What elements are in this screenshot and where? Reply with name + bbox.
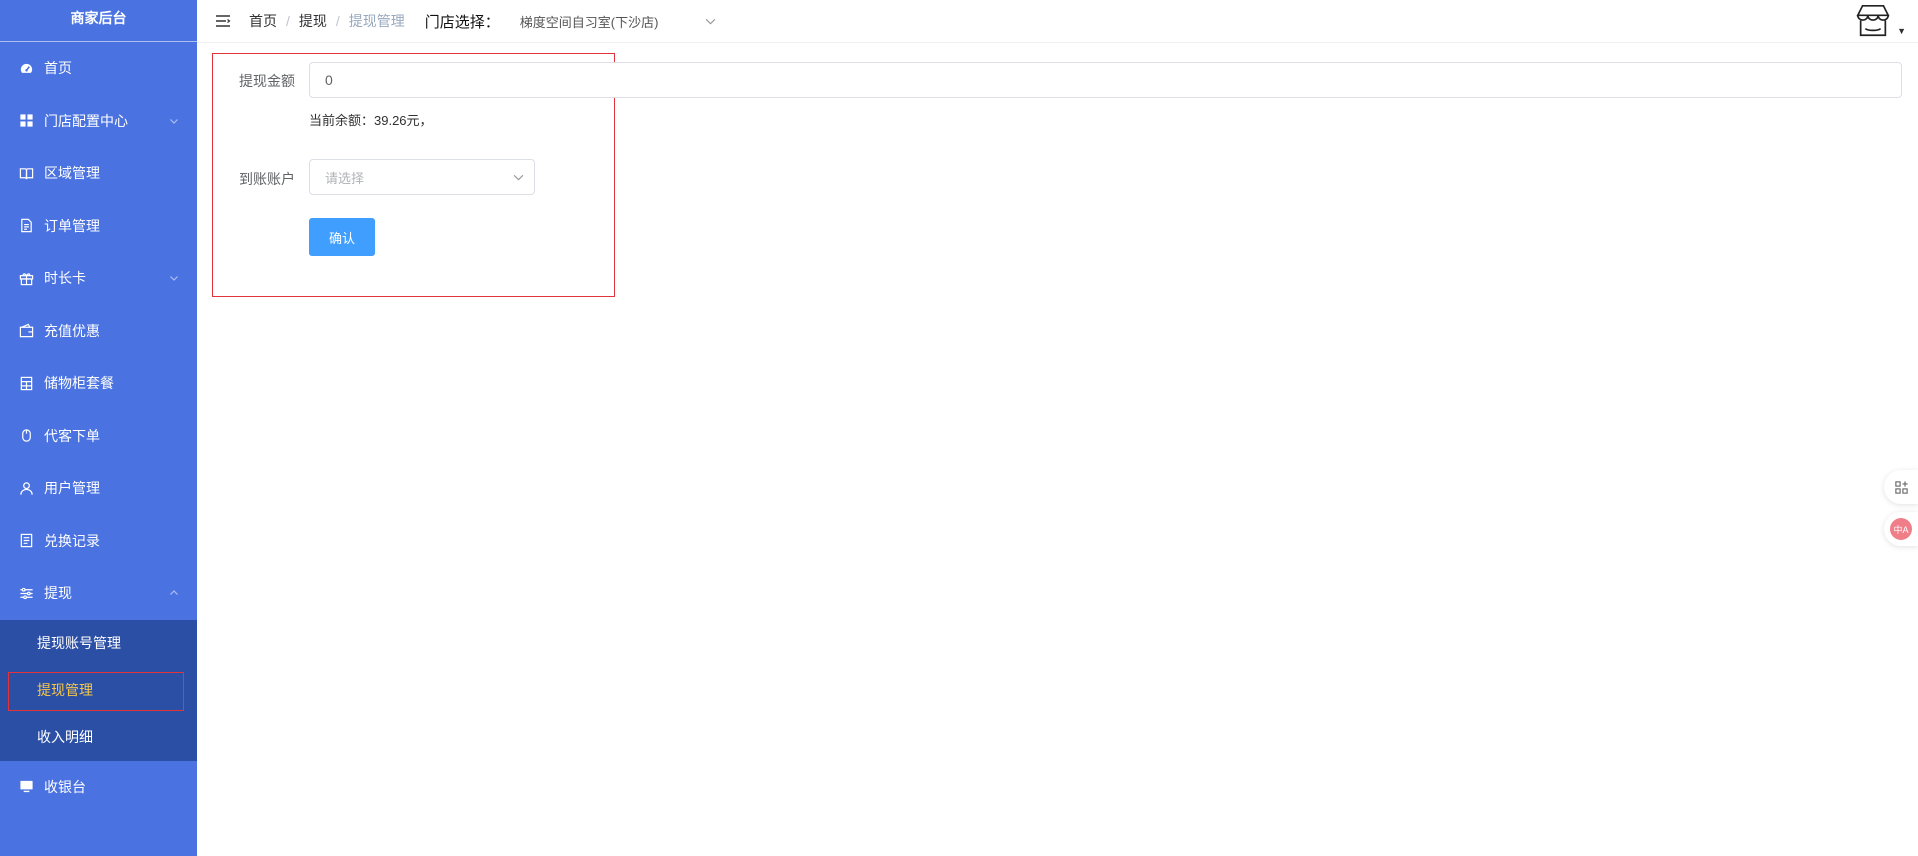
locker-icon <box>18 375 34 391</box>
breadcrumb: 首页 / 提现 / 提现管理 <box>249 11 405 31</box>
store-select-value: 梯度空间自习室(下沙店) <box>519 14 659 30</box>
chevron-down-icon <box>705 18 716 25</box>
sidebar-item-cashier[interactable]: 收银台 <box>0 761 197 814</box>
confirm-button[interactable]: 确认 <box>309 218 375 256</box>
sidebar-item-area[interactable]: 区域管理 <box>0 147 197 200</box>
translate-icon: 中A <box>1890 518 1912 540</box>
sidebar-item-proxy-order[interactable]: 代客下单 <box>0 410 197 463</box>
sidebar-item-label: 用户管理 <box>44 480 100 497</box>
breadcrumb-home[interactable]: 首页 <box>249 11 277 31</box>
document-icon <box>18 218 34 234</box>
sidebar-item-home[interactable]: 首页 <box>0 42 197 95</box>
sliders-icon <box>18 585 34 601</box>
withdraw-form-panel: 提现金额 当前余额：39.26元， 到账账户 请选择 确认 <box>197 43 1918 856</box>
wallet-icon <box>18 323 34 339</box>
amount-label: 提现金额 <box>239 73 295 89</box>
active-item-highlight <box>8 671 184 711</box>
store-select-label: 门店选择： <box>424 13 500 31</box>
sidebar-item-label: 收银台 <box>44 778 86 795</box>
gift-icon <box>18 270 34 286</box>
sidebar-item-label: 提现 <box>44 585 72 602</box>
translate-float-button[interactable]: 中A <box>1884 512 1918 546</box>
menu-toggle-icon[interactable] <box>213 11 233 31</box>
sidebar-item-store-config[interactable]: 门店配置中心 <box>0 95 197 148</box>
sidebar-item-label: 门店配置中心 <box>44 112 128 129</box>
avatar[interactable] <box>1854 2 1892 40</box>
sidebar-brand: 商家后台 <box>0 0 197 42</box>
chevron-down-icon <box>170 276 178 282</box>
submenu-item-label: 收入明细 <box>37 729 93 745</box>
book-icon <box>18 165 34 181</box>
grid-icon <box>18 113 34 129</box>
withdraw-amount-input[interactable] <box>309 62 1902 98</box>
notes-icon <box>18 533 34 549</box>
submenu-item-income-details[interactable]: 收入明细 <box>0 714 197 761</box>
account-label: 到账账户 <box>239 171 295 187</box>
submenu-item-withdraw-management[interactable]: 提现管理 <box>0 667 197 714</box>
top-header: 首页 / 提现 / 提现管理 门店选择： 梯度空间自习室(下沙店) ▼ <box>197 0 1918 43</box>
apps-float-button[interactable] <box>1884 470 1918 504</box>
sidebar-item-label: 时长卡 <box>44 270 86 287</box>
current-balance-text: 当前余额：39.26元， <box>309 113 433 128</box>
submenu-item-label: 提现账号管理 <box>37 635 121 651</box>
chevron-down-icon <box>513 174 524 181</box>
caret-down-icon[interactable]: ▼ <box>1897 26 1906 36</box>
sidebar: 商家后台 首页 门店配置中心 区域管理 订单管理 时长卡 充值优惠 储物柜套餐 … <box>0 0 197 856</box>
account-select-placeholder: 请选择 <box>325 170 365 186</box>
sidebar-item-redeem-records[interactable]: 兑换记录 <box>0 515 197 568</box>
sidebar-item-label: 储物柜套餐 <box>44 375 114 392</box>
sidebar-item-label: 充值优惠 <box>44 322 100 339</box>
sidebar-item-recharge[interactable]: 充值优惠 <box>0 305 197 358</box>
breadcrumb-withdraw[interactable]: 提现 <box>299 11 327 31</box>
account-select[interactable]: 请选择 <box>309 159 535 195</box>
chevron-down-icon <box>170 118 178 124</box>
store-select[interactable]: 梯度空间自习室(下沙店) <box>506 5 726 37</box>
sidebar-item-withdraw[interactable]: 提现 <box>0 567 197 620</box>
sidebar-item-label: 区域管理 <box>44 165 100 182</box>
user-icon <box>18 480 34 496</box>
sidebar-item-time-card[interactable]: 时长卡 <box>0 252 197 305</box>
submenu-item-withdraw-accounts[interactable]: 提现账号管理 <box>0 620 197 667</box>
sidebar-item-label: 代客下单 <box>44 427 100 444</box>
app-root: 商家后台 首页 门店配置中心 区域管理 订单管理 时长卡 充值优惠 储物柜套餐 … <box>0 0 1918 856</box>
sidebar-item-locker[interactable]: 储物柜套餐 <box>0 357 197 410</box>
sidebar-item-users[interactable]: 用户管理 <box>0 462 197 515</box>
sidebar-item-orders[interactable]: 订单管理 <box>0 200 197 253</box>
sidebar-item-label: 订单管理 <box>44 217 100 234</box>
apps-plus-icon <box>1894 480 1908 494</box>
monitor-icon <box>18 779 34 795</box>
sidebar-item-label: 首页 <box>44 60 72 77</box>
sidebar-item-label: 兑换记录 <box>44 532 100 549</box>
mouse-icon <box>18 428 34 444</box>
withdraw-submenu: 提现账号管理 提现管理 收入明细 <box>0 619 197 761</box>
chevron-up-icon <box>170 590 178 596</box>
dashboard-icon <box>18 60 34 76</box>
breadcrumb-current: 提现管理 <box>348 13 405 29</box>
